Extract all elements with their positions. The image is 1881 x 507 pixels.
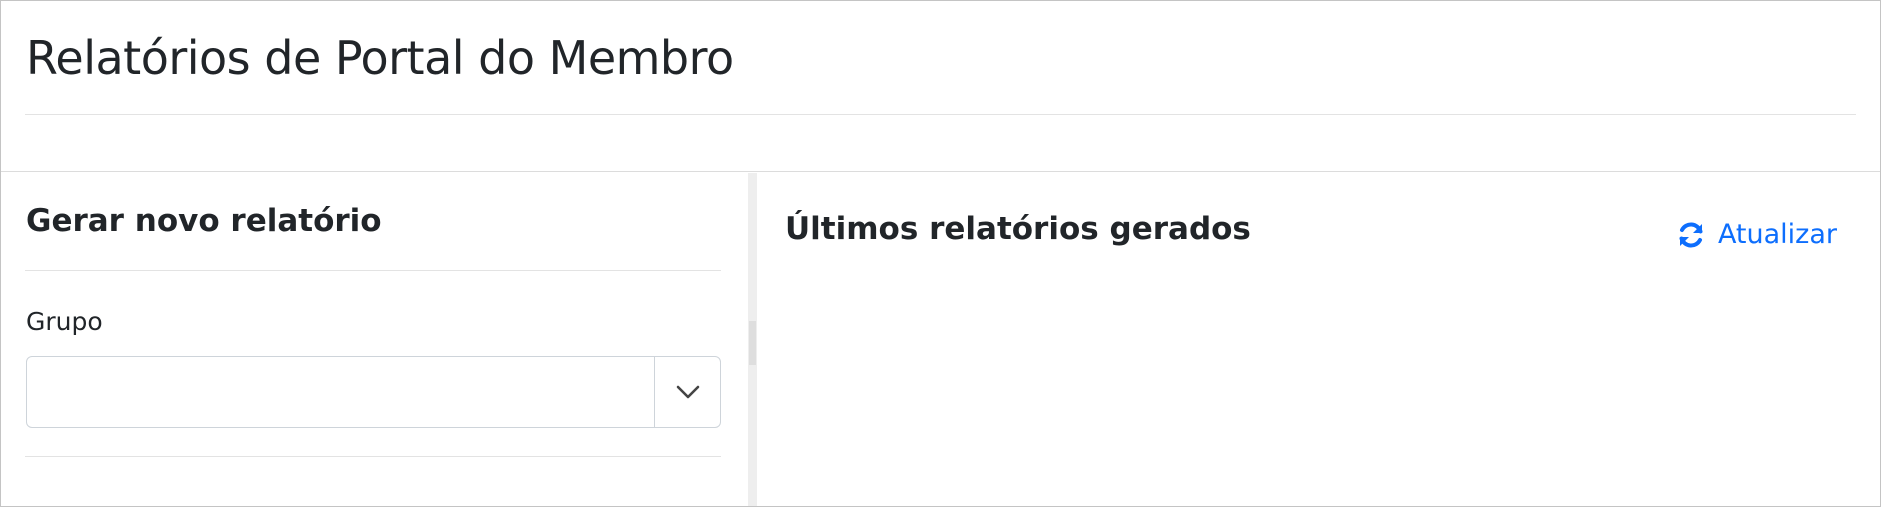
- sync-icon: [1676, 220, 1706, 250]
- group-select-toggle[interactable]: [654, 357, 720, 427]
- recent-reports-title: Últimos relatórios gerados: [785, 211, 1251, 247]
- page-title: Relatórios de Portal do Membro: [26, 31, 734, 85]
- refresh-button[interactable]: Atualizar: [1676, 219, 1837, 250]
- chevron-down-icon: [676, 385, 699, 399]
- title-divider: [25, 114, 1856, 115]
- group-label: Grupo: [26, 307, 103, 336]
- generate-report-panel: Gerar novo relatório Grupo: [1, 173, 748, 506]
- section-divider: [25, 270, 721, 271]
- scrollbar-thumb[interactable]: [749, 321, 756, 365]
- page-header: Relatórios de Portal do Membro: [1, 1, 1880, 172]
- refresh-label: Atualizar: [1717, 219, 1837, 250]
- app-window: Relatórios de Portal do Membro Gerar nov…: [0, 0, 1881, 507]
- group-select[interactable]: [26, 356, 721, 428]
- panel-splitter[interactable]: [748, 173, 757, 506]
- section-divider: [25, 456, 721, 457]
- generate-report-title: Gerar novo relatório: [26, 203, 382, 239]
- recent-reports-panel: Últimos relatórios gerados Atualizar: [757, 173, 1880, 506]
